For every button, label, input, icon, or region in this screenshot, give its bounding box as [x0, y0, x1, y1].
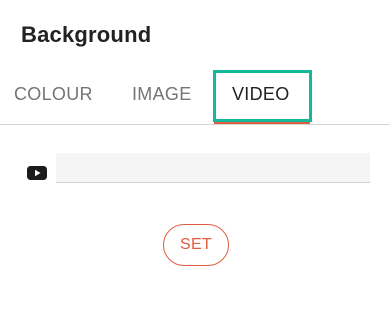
video-url-input[interactable] — [56, 153, 370, 183]
background-tabs: COLOUR IMAGE VIDEO — [0, 70, 390, 126]
set-button[interactable]: SET — [163, 224, 229, 266]
youtube-icon — [27, 166, 47, 180]
tab-image[interactable]: IMAGE — [132, 84, 192, 105]
panel-title: Background — [21, 22, 152, 47]
tab-colour[interactable]: COLOUR — [14, 84, 93, 105]
tab-video[interactable]: VIDEO — [232, 84, 290, 105]
tabs-divider — [0, 124, 390, 125]
background-panel: Background COLOUR IMAGE VIDEO SET — [0, 0, 390, 324]
